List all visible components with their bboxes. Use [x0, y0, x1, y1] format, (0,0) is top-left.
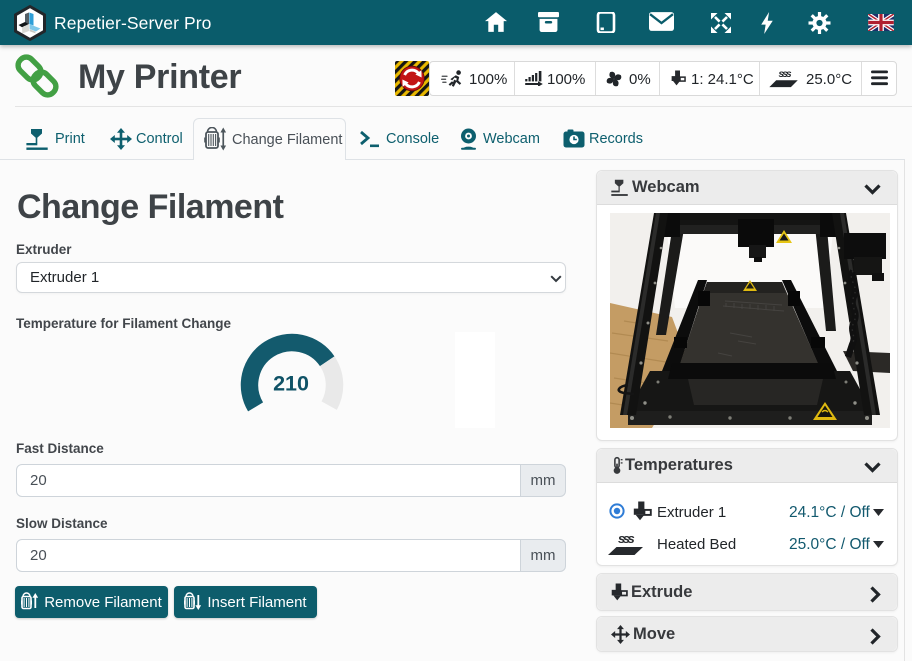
svg-text:210: 210	[273, 372, 309, 396]
svg-text:sss: sss	[779, 69, 793, 80]
svg-text:sss: sss	[618, 531, 634, 546]
